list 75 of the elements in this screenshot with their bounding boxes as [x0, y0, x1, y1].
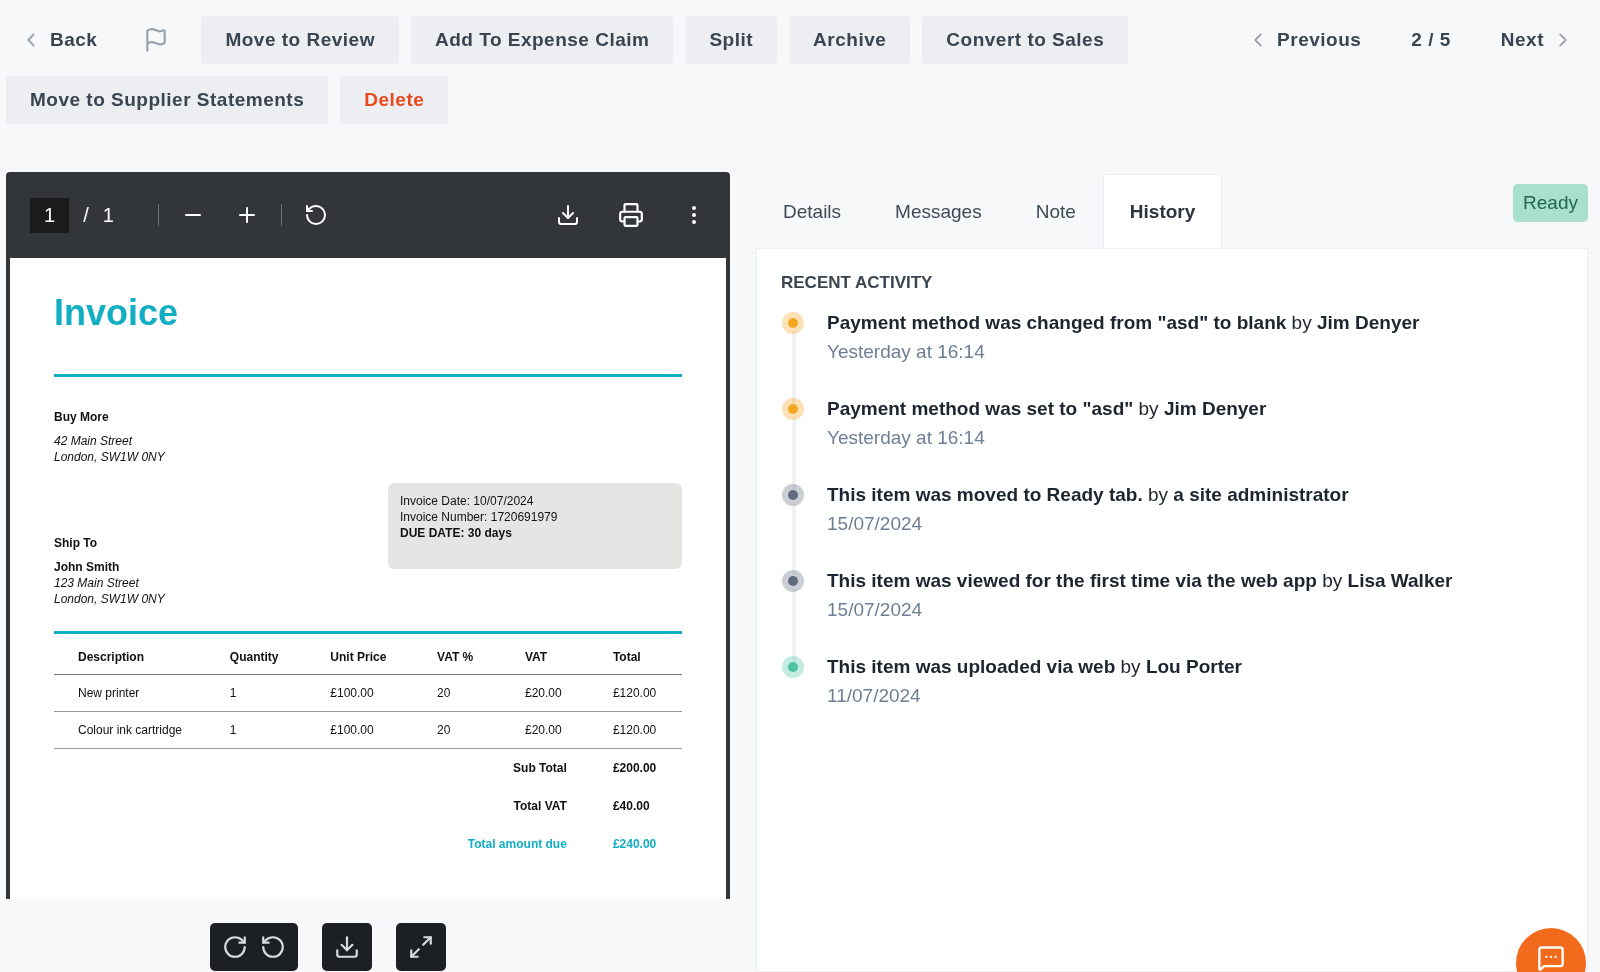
page-position: 2 / 5	[1410, 29, 1452, 51]
rotate-icon[interactable]	[303, 203, 328, 227]
action-button[interactable]: Move to Supplier Statements	[6, 76, 329, 124]
customer-address: 123 Main Street	[54, 575, 140, 591]
table-cell: 20	[437, 711, 525, 749]
activity-time: Yesterday at 16:14	[827, 427, 986, 449]
seller-address: 42 Main Street	[54, 433, 134, 449]
column-header: Quantity	[229, 638, 331, 675]
next-button[interactable]: Next	[1486, 16, 1588, 64]
total-label: Total amount due	[437, 825, 613, 863]
column-header: Unit Price	[330, 638, 438, 675]
activity-time: 15/07/2024	[827, 513, 924, 535]
column-header: Description	[54, 638, 230, 675]
rotate-buttons[interactable]	[210, 923, 298, 971]
table-cell: £20.00	[524, 711, 613, 749]
customer-address: London, SW1W 0NY	[54, 591, 165, 607]
column-header: VAT %	[437, 638, 525, 675]
rotate-clockwise-icon[interactable]	[222, 934, 248, 960]
column-header: VAT	[524, 638, 613, 675]
total-value: £240.00	[612, 836, 658, 853]
table-cell: £120.00	[612, 711, 682, 749]
activity-text: This item was moved to Ready tab. by a site administrator	[827, 483, 1349, 507]
expand-icon	[408, 934, 434, 960]
back-button[interactable]: Back	[6, 16, 112, 64]
invoice-meta: Invoice Number: 1720691979	[400, 509, 559, 525]
download-icon[interactable]	[556, 203, 580, 227]
table-cell: 1	[229, 711, 331, 749]
activity-time: 15/07/2024	[827, 599, 924, 621]
status-badge: Ready	[1513, 184, 1588, 222]
customer-name: John Smith	[54, 559, 121, 575]
table-cell: Colour ink cartridge	[54, 711, 230, 749]
invoice-meta: Invoice Date: 10/07/2024	[400, 493, 535, 509]
previous-button[interactable]: Previous	[1233, 16, 1376, 64]
tab[interactable]: Details	[756, 174, 869, 248]
page-count: 1	[102, 203, 114, 227]
action-button[interactable]: Archive	[789, 16, 911, 64]
activity-time: Yesterday at 16:14	[827, 341, 986, 363]
table-cell: £20.00	[524, 674, 613, 712]
table-cell: 20	[437, 674, 525, 712]
total-label: Total VAT	[437, 787, 613, 825]
column-header: Total	[612, 638, 682, 675]
table-cell: £100.00	[330, 674, 438, 712]
page-number-field[interactable]: 1	[30, 197, 70, 233]
action-button[interactable]: Convert to Sales	[922, 16, 1129, 64]
fullscreen-button[interactable]	[396, 923, 446, 971]
table-cell: New printer	[54, 674, 230, 712]
total-value: £200.00	[612, 748, 682, 787]
ship-to-heading: Ship To	[54, 535, 99, 551]
invoice-title: Invoice	[54, 292, 180, 334]
action-button[interactable]: Add To Expense Claim	[410, 16, 674, 64]
seller-name: Buy More	[54, 409, 110, 425]
seller-address: London, SW1W 0NY	[54, 449, 166, 465]
activity-text: This item was viewed for the first time via the web app by Lisa Walker	[827, 569, 1453, 593]
tab[interactable]: Messages	[868, 174, 1009, 248]
print-icon[interactable]	[618, 202, 644, 228]
activity-text: Payment method was set to "asd" by Jim Denyer	[827, 397, 1267, 421]
table-cell: 1	[229, 674, 331, 712]
action-button[interactable]: Split	[685, 16, 778, 64]
invoice-meta: DUE DATE: 30 days	[400, 525, 513, 541]
activity-text: Payment method was changed from "asd" to blank by Jim Denyer	[827, 311, 1420, 335]
rotate-counterclockwise-icon[interactable]	[260, 934, 286, 960]
download-button[interactable]	[322, 923, 372, 971]
total-value: £40.00	[612, 798, 651, 815]
table-cell: £120.00	[612, 674, 682, 712]
tab[interactable]: Note	[1008, 174, 1103, 248]
page-separator: /	[83, 203, 89, 227]
section-heading: RECENT ACTIVITY	[781, 273, 934, 293]
activity-time: 11/07/2024	[827, 685, 922, 707]
action-button[interactable]: Move to Review	[201, 16, 399, 64]
activity-text: This item was uploaded via web by Lou Porter	[827, 655, 1242, 679]
tab[interactable]: History	[1102, 174, 1223, 248]
download-icon	[334, 934, 360, 960]
total-label: Sub Total	[437, 748, 613, 787]
chat-icon	[1537, 944, 1565, 972]
table-cell: £100.00	[330, 711, 438, 749]
